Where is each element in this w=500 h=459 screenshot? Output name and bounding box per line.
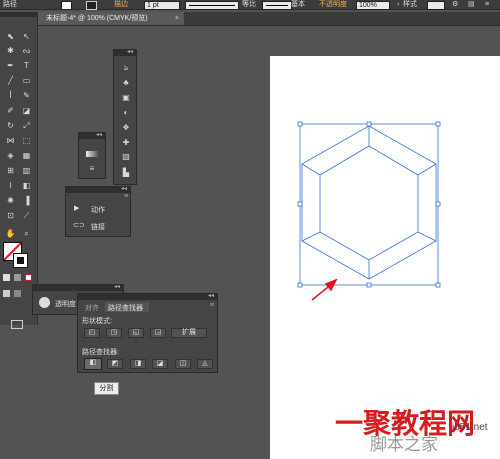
links-panel-tab[interactable]: ⊂⊃ 链接 [71,221,127,231]
actions-links-panel: ◂◂ ≡ ▶ 动作 ⊂⊃ 链接 [65,186,131,237]
collapse-icon[interactable]: ◂◂ [114,283,120,290]
outline-button[interactable]: ◫ [175,359,191,369]
expand-button[interactable]: 扩展 [171,328,207,338]
collapse-icon[interactable]: ◂◂ [208,292,214,299]
minus-back-button[interactable]: ◬ [197,359,213,369]
watermark-url: jb51.net [452,422,488,433]
watermark-text-secondary: 脚本之家 [370,435,438,454]
graph-icon[interactable]: ▙ [120,168,132,177]
collapse-icon[interactable]: ◂◂ [121,185,127,192]
hexagon-frame[interactable] [301,125,437,280]
color-panel-header[interactable]: ◂◂ [79,131,105,139]
merge-button[interactable]: ◨ [130,359,146,369]
hexagon-connector-top-right [417,163,437,176]
handle-bottom-left[interactable] [297,282,303,288]
hexagon-connector-bottom-left [301,231,321,242]
panel-menu-icon[interactable]: ≡ [124,193,128,200]
color-panel-collapsed: ◂◂ ≡ [78,132,106,179]
hexagon-inner-path [319,145,419,261]
libraries-icon[interactable]: ▧ [120,152,132,161]
icon-panel-dock: ◂◂ ঌ ♣ ▣ ◐ ❖ ✚ ▧ ▙ [113,49,137,185]
links-label: 链接 [91,224,105,231]
collapse-icon[interactable]: ◂◂ [127,48,133,55]
tab-align[interactable]: 对齐 [81,302,105,312]
gradient-panel-icon[interactable] [86,151,98,157]
panel-menu-icon[interactable]: ≡ [210,302,214,309]
tab-pathfinder-label: 路径查找器 [108,305,143,312]
expand-button-label: 扩展 [182,329,196,336]
divide-tooltip: 分割 [94,382,119,395]
handle-middle-left[interactable] [297,201,303,207]
brushes-icon[interactable]: ঌ [120,62,132,75]
collapse-icon[interactable]: ◂◂ [96,131,102,138]
play-icon: ▶ [74,205,80,212]
transparency-panel-header[interactable]: ◂◂ [33,283,123,291]
stroke-panel-icon[interactable]: ≡ [86,164,98,173]
layers-icon[interactable]: ❖ [120,123,132,132]
appearance-icon[interactable]: ◐ [120,108,132,117]
handle-bottom-center[interactable] [366,282,372,288]
exclude-button[interactable]: ◲ [150,328,166,338]
symbols-icon[interactable]: ♣ [120,78,132,87]
tab-pathfinder[interactable]: 路径查找器 [105,302,149,312]
pathfinder-panel: ◂◂ 对齐 路径查找器 ≡ 形状模式: ◰ ◳ ◱ ◲ 扩展 路径查找器: ◧ … [77,293,218,373]
link-icon: ⊂⊃ [73,222,85,229]
artboards-icon[interactable]: ✚ [120,138,132,147]
icon-panel-dock-header[interactable]: ◂◂ [114,48,136,56]
hexagon-outer-path [301,125,437,280]
divide-button[interactable]: ◧ [84,358,102,370]
tab-align-label: 对齐 [85,305,99,312]
unite-button[interactable]: ◰ [84,328,100,338]
actions-label: 动作 [91,207,105,214]
pathfinders-label: 路径查找器: [82,349,119,356]
transparency-tab-label[interactable]: 透明度 [55,299,76,309]
shape-modes-label: 形状模式: [82,318,112,325]
hexagon-connector-top-left [301,163,321,176]
pathfinder-panel-header[interactable]: ◂◂ [78,292,217,300]
annotation-arrow-canvas [311,278,338,301]
actions-panel-tab[interactable]: ▶ 动作 [71,204,127,214]
trim-button[interactable]: ◩ [107,359,123,369]
handle-bottom-right[interactable] [435,282,441,288]
minus-front-button[interactable]: ◳ [106,328,122,338]
handle-top-center[interactable] [366,121,372,127]
actions-panel-header[interactable]: ◂◂ [66,185,130,193]
intersect-button[interactable]: ◱ [128,328,144,338]
handle-middle-right[interactable] [435,201,441,207]
handle-top-right[interactable] [435,121,441,127]
transparency-icon[interactable] [39,297,50,308]
crop-button[interactable]: ◪ [152,359,168,369]
hexagon-connector-bottom-right [417,231,437,242]
handle-top-left[interactable] [297,121,303,127]
graphic-styles-icon[interactable]: ▣ [120,93,132,102]
